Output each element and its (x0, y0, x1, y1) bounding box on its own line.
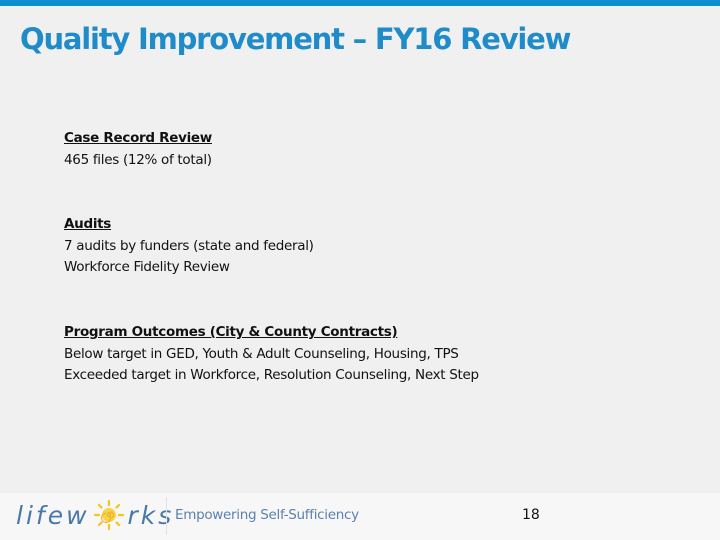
section-heading: Program Outcomes (City & County Contract… (64, 324, 398, 340)
section-line: 7 audits by funders (state and federal) (64, 237, 314, 254)
logo-text-right: rks (127, 500, 175, 530)
footer-divider (166, 497, 167, 535)
section-heading: Audits (64, 216, 112, 232)
section-line: Workforce Fidelity Review (64, 259, 230, 275)
section-case-record-review: Case Record Review 465 files (12% of tot… (64, 128, 212, 171)
section-line: Exceeded target in Workforce, Resolution… (64, 367, 479, 383)
sun-icon (93, 499, 124, 531)
lifeworks-logo: lifew rks (16, 499, 174, 531)
section-audits: Audits 7 audits by funders (state and fe… (64, 214, 314, 279)
section-heading: Case Record Review (64, 130, 212, 146)
section-line: Below target in GED, Youth & Adult Couns… (64, 345, 459, 362)
slide-title: Quality Improvement – FY16 Review (20, 22, 571, 56)
page-number: 18 (522, 507, 540, 523)
section-line: 465 files (12% of total) (64, 151, 212, 168)
logo-text-left: lifew (16, 500, 90, 530)
top-accent-bar (0, 0, 720, 6)
section-program-outcomes: Program Outcomes (City & County Contract… (64, 322, 479, 387)
tagline: Empowering Self-Sufficiency (175, 507, 359, 523)
footer: lifew rks Empowering Self-Sufficiency 18 (0, 493, 720, 540)
